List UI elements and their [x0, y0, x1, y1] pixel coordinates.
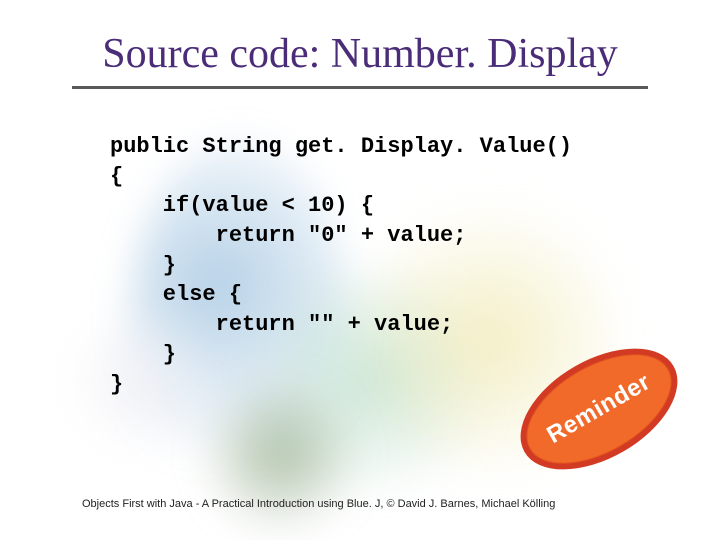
reminder-sticker-label: Reminder	[542, 368, 655, 450]
slide-title: Source code: Number. Display	[0, 30, 720, 78]
slide: Source code: Number. Display public Stri…	[0, 0, 720, 540]
footer-citation: Objects First with Java - A Practical In…	[82, 498, 642, 510]
code-block: public String get. Display. Value() { if…	[110, 132, 630, 399]
title-underline	[72, 86, 648, 89]
